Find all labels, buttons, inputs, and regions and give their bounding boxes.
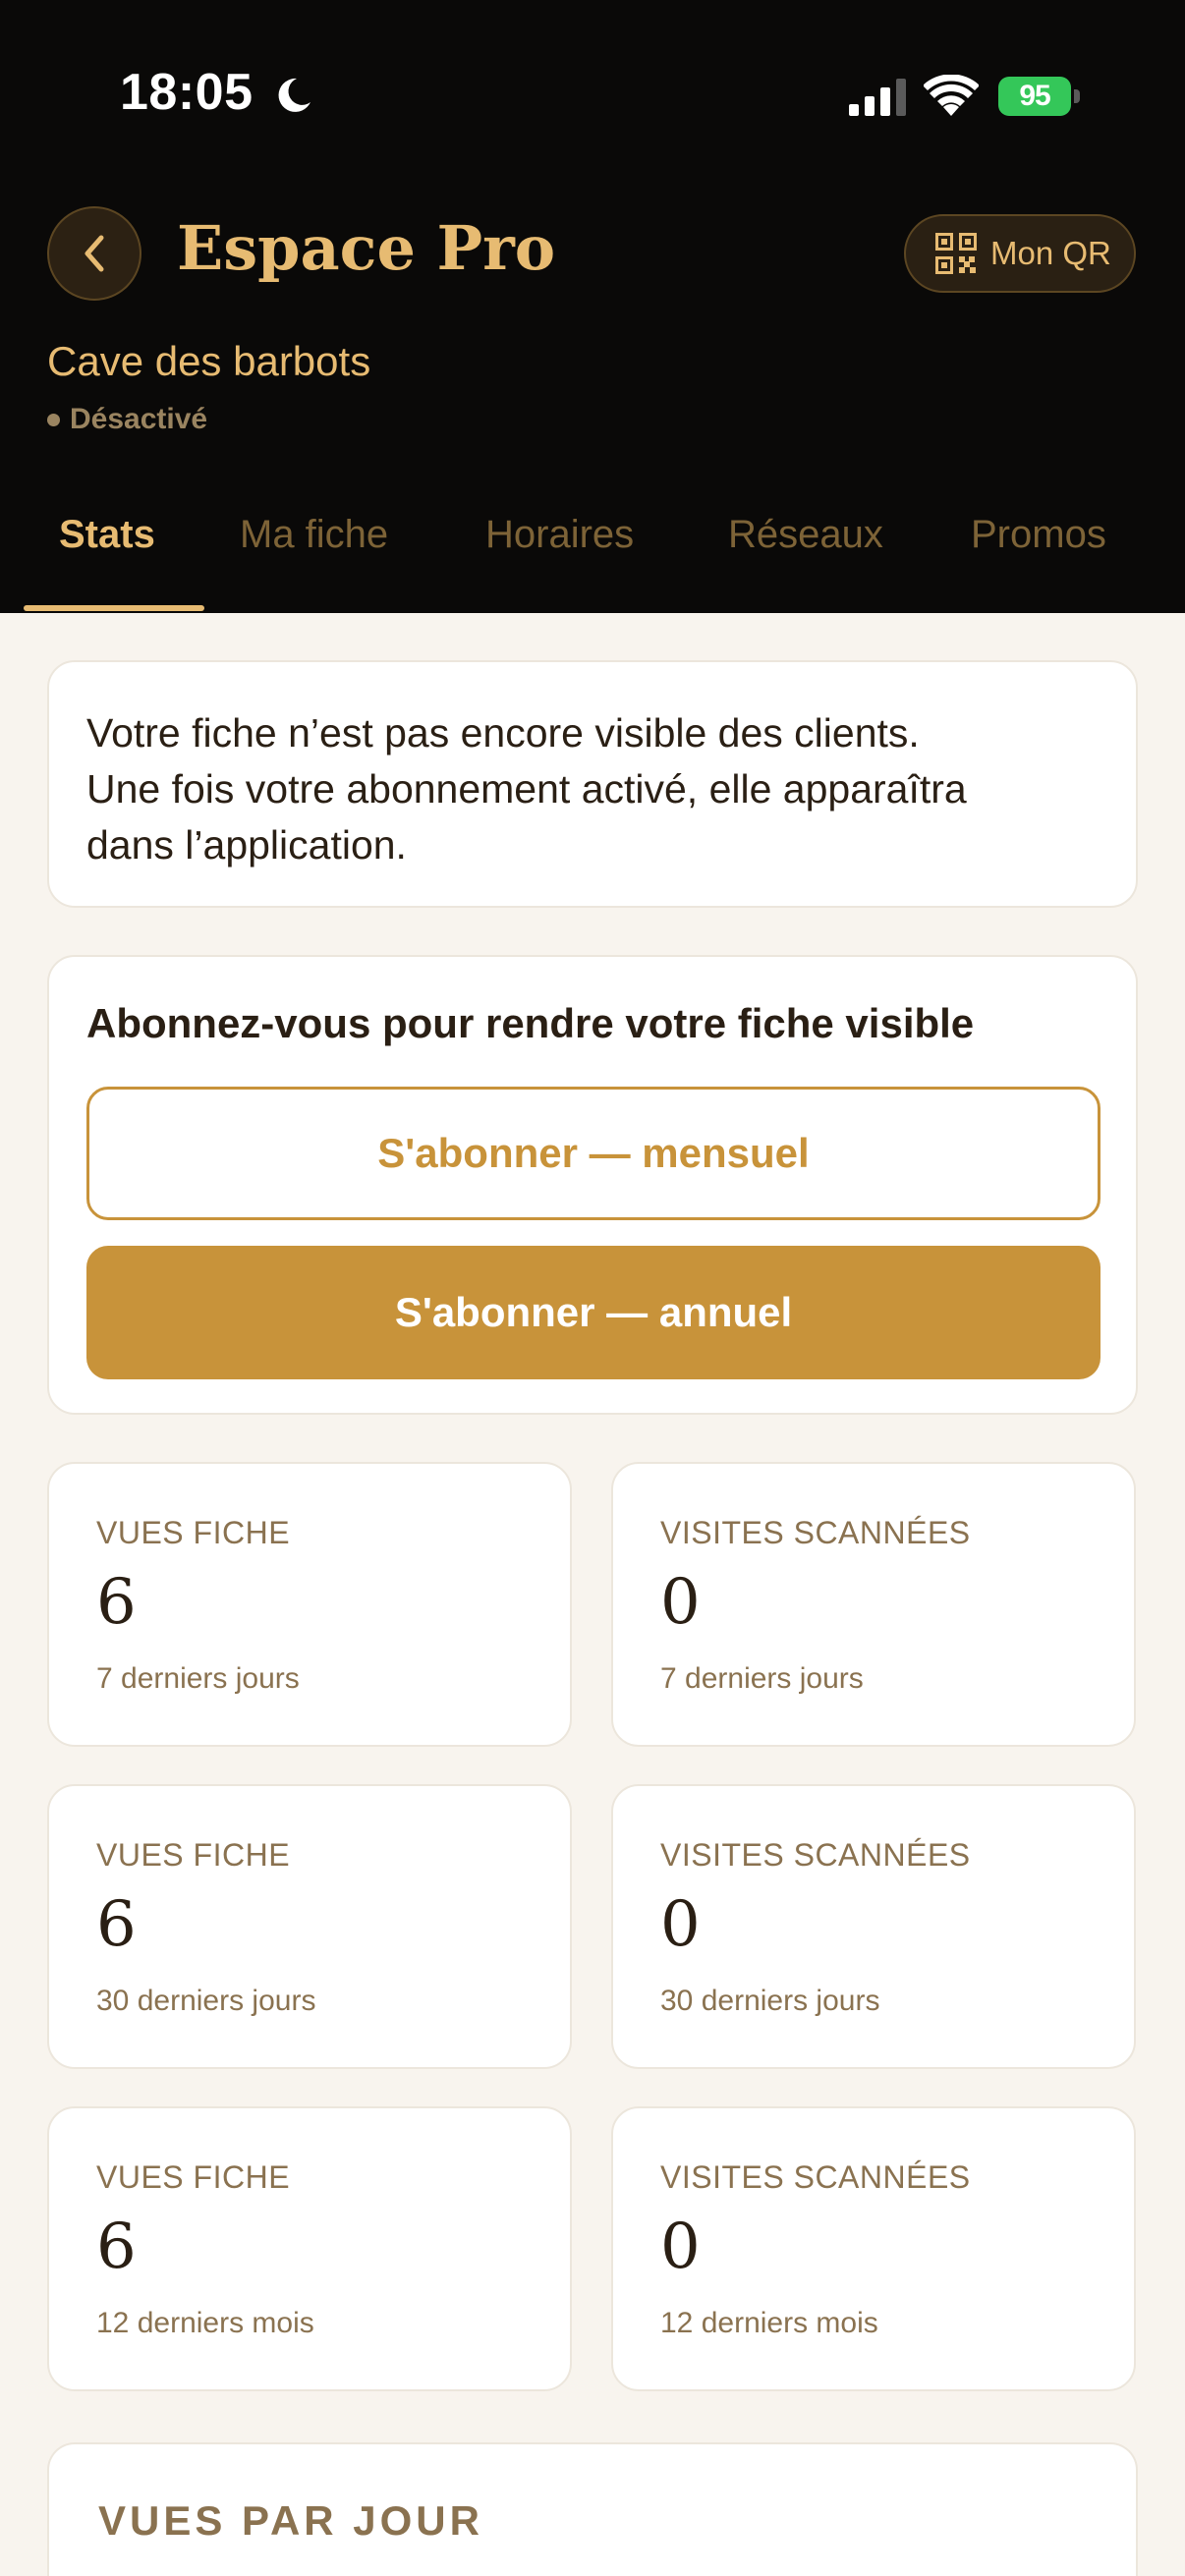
stat-value: 6 [96, 1888, 137, 1961]
tab-ma-fiche[interactable]: Ma fiche [240, 513, 388, 557]
tab-bar: Stats Ma fiche Horaires Réseaux Promos [0, 491, 1185, 613]
stat-value: 6 [96, 1566, 137, 1639]
battery-level: 95 [998, 77, 1071, 116]
my-qr-button[interactable]: Mon QR [904, 214, 1136, 293]
wifi-icon [924, 75, 979, 116]
stat-value: 0 [660, 2211, 701, 2283]
subscription-card: Abonnez-vous pour rendre votre fiche vis… [47, 955, 1138, 1415]
stat-label: VUES FICHE [96, 1515, 291, 1550]
tab-promos[interactable]: Promos [971, 513, 1106, 557]
stat-value: 6 [96, 2211, 137, 2283]
stat-period: 30 derniers jours [660, 1985, 880, 2017]
tab-horaires[interactable]: Horaires [485, 513, 634, 557]
subscribe-annual-button[interactable]: S'abonner — annuel [86, 1246, 1100, 1379]
stat-value: 0 [660, 1566, 701, 1639]
stat-period: 12 derniers mois [660, 2307, 878, 2339]
notice-line-1: Votre fiche n’est pas encore visible des… [86, 710, 920, 756]
views-per-day-card: VUES PAR JOUR [47, 2442, 1138, 2576]
stat-label: VUES FICHE [96, 1837, 291, 1873]
subscription-title: Abonnez-vous pour rendre votre fiche vis… [86, 1000, 975, 1046]
tab-reseaux[interactable]: Réseaux [728, 513, 883, 557]
stat-period: 12 derniers mois [96, 2307, 314, 2339]
moon-icon [278, 78, 310, 112]
stat-card-scans-7d: VISITES SCANNÉES 0 7 derniers jours [611, 1462, 1136, 1747]
stat-label: VISITES SCANNÉES [660, 1837, 971, 1873]
chevron-left-icon [85, 235, 104, 272]
business-name: Cave des barbots [47, 338, 371, 384]
stat-card-scans-30d: VISITES SCANNÉES 0 30 derniers jours [611, 1784, 1136, 2069]
stat-card-views-7d: VUES FICHE 6 7 derniers jours [47, 1462, 572, 1747]
battery-icon: 95 [998, 77, 1081, 116]
stat-period: 30 derniers jours [96, 1985, 316, 2017]
stat-period: 7 derniers jours [660, 1662, 864, 1695]
back-button[interactable] [47, 206, 141, 301]
stat-card-views-12m: VUES FICHE 6 12 derniers mois [47, 2106, 572, 2391]
stat-value: 0 [660, 1888, 701, 1961]
stat-period: 7 derniers jours [96, 1662, 300, 1695]
views-per-day-title: VUES PAR JOUR [98, 2497, 483, 2544]
app-header: 18:05 95 Espace Pro Mon QR Cave des barb… [0, 0, 1185, 613]
notice-line-2: Une fois votre abonnement activé, elle a… [86, 766, 967, 812]
visibility-notice: Votre fiche n’est pas encore visible des… [47, 660, 1138, 908]
stat-card-views-30d: VUES FICHE 6 30 derniers jours [47, 1784, 572, 2069]
notice-line-3: dans l’application. [86, 822, 407, 868]
cellular-signal-icon [849, 79, 906, 116]
page-title: Espace Pro [177, 212, 556, 284]
stat-label: VISITES SCANNÉES [660, 1515, 971, 1550]
subscribe-monthly-button[interactable]: S'abonner — mensuel [86, 1087, 1100, 1220]
qr-code-icon [935, 233, 977, 274]
business-status-label: Désactivé [70, 403, 208, 435]
active-tab-indicator [24, 605, 204, 611]
business-status: Désactivé [47, 403, 207, 436]
stat-label: VUES FICHE [96, 2159, 291, 2195]
status-time: 18:05 [120, 64, 254, 121]
stat-card-scans-12m: VISITES SCANNÉES 0 12 derniers mois [611, 2106, 1136, 2391]
tab-stats[interactable]: Stats [59, 513, 155, 557]
status-dot-icon [47, 413, 60, 426]
stat-label: VISITES SCANNÉES [660, 2159, 971, 2195]
my-qr-label: Mon QR [990, 235, 1111, 271]
battery-cap [1074, 89, 1080, 103]
